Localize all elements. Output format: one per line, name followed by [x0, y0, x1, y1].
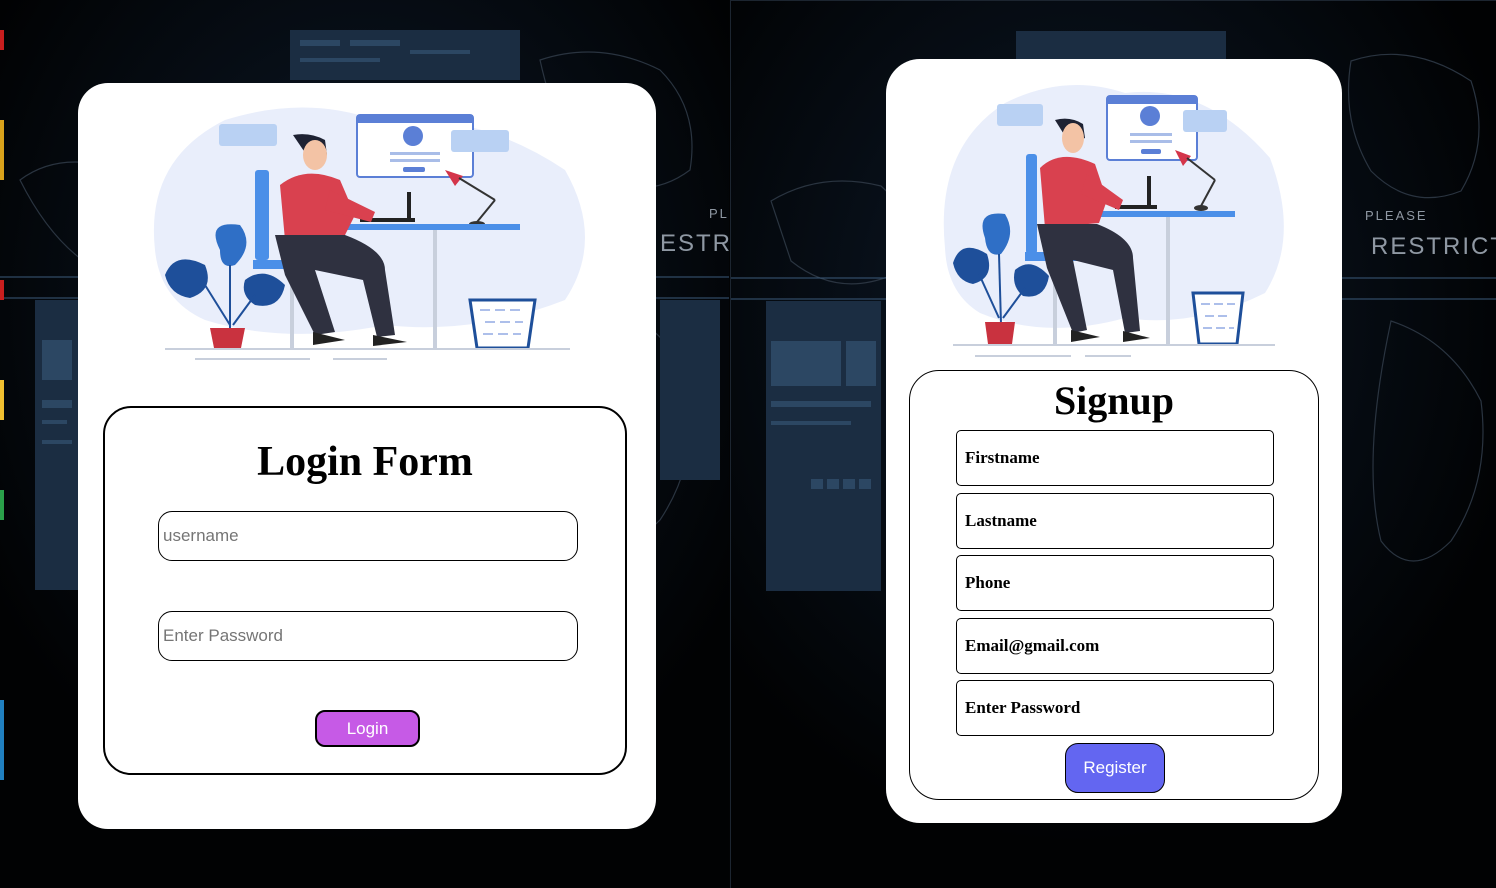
login-button[interactable]: Login	[315, 710, 420, 747]
hud-caption-small: PLEASE	[1365, 208, 1428, 223]
firstname-input[interactable]	[956, 430, 1274, 486]
password-input[interactable]	[158, 611, 578, 661]
signup-title: Signup	[1053, 378, 1175, 423]
edge-color-strip	[0, 30, 4, 50]
lastname-input[interactable]	[956, 493, 1274, 549]
waste-basket-icon	[1191, 291, 1245, 346]
signup-password-input[interactable]	[956, 680, 1274, 736]
register-button[interactable]: Register	[1065, 743, 1165, 793]
hud-caption-large: RESTRICTE	[1371, 233, 1496, 260]
phone-input[interactable]	[956, 555, 1274, 611]
person-at-desk-illustration	[943, 85, 1284, 357]
edge-color-strip	[0, 280, 4, 300]
login-form: Login Form Login	[103, 406, 627, 775]
waste-basket-icon	[468, 298, 537, 350]
username-input[interactable]	[158, 511, 578, 561]
hud-caption-small: PL	[709, 206, 729, 221]
person-at-desk-illustration	[153, 107, 585, 360]
login-title: Login Form	[257, 439, 473, 485]
edge-color-strip	[0, 120, 4, 180]
email-input[interactable]	[956, 618, 1274, 674]
hud-caption-large: ESTRIC	[660, 230, 729, 257]
edge-color-strip	[0, 490, 4, 520]
signup-form: Signup Register	[909, 370, 1319, 800]
edge-color-strip	[0, 380, 4, 420]
edge-color-strip	[0, 700, 4, 780]
